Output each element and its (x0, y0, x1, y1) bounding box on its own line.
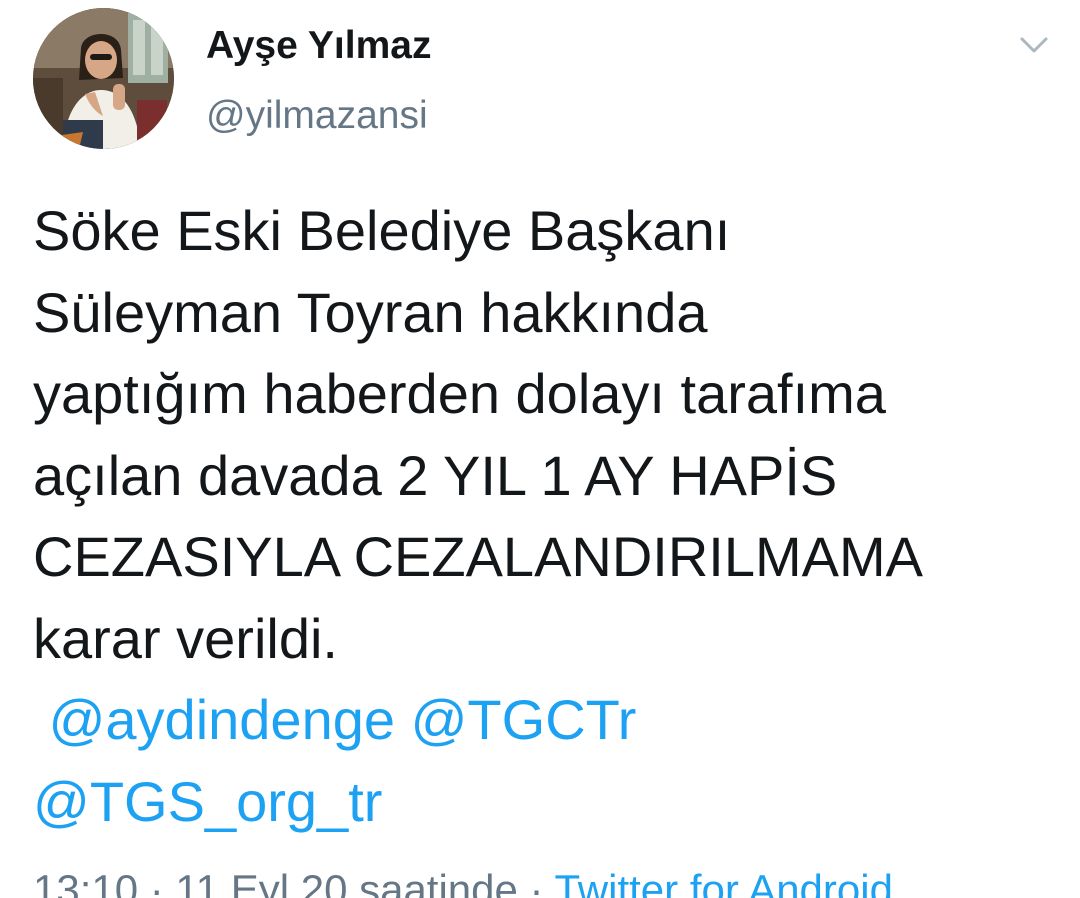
author-handle[interactable]: @yilmazansi (206, 94, 428, 138)
mention-link[interactable]: @aydindenge (49, 688, 395, 751)
mention-link[interactable]: @TGCTr (411, 688, 637, 751)
tweet-text-line: yaptığım haberden dolayı tarafıma (33, 362, 886, 425)
tweet-text-line: CEZASIYLA CEZALANDIRILMAMA (33, 525, 924, 588)
author-name[interactable]: Ayşe Yılmaz (206, 24, 431, 68)
tweet-text-line: Söke Eski Belediye Başkanı (33, 199, 731, 262)
tweet-text-line: Süleyman Toyran hakkında (33, 280, 708, 344)
tweet-text-line: açılan davada 2 YIL 1 AY HAPİS (33, 443, 838, 507)
tweet-meta: 13:10 · 11 Eyl 20 saatinde · Twitter for… (33, 866, 893, 898)
mentions-line: @aydindenge @TGCTr (33, 679, 1073, 761)
profile-photo-icon (33, 8, 174, 149)
tweet-text-line: karar verildi. (33, 606, 338, 670)
tweet-text: Söke Eski Belediye Başkanı Süleyman Toyr… (33, 190, 1073, 842)
tweet-card: Ayşe Yılmaz @yilmazansi Söke Eski Beledi… (0, 0, 1080, 898)
avatar[interactable] (33, 8, 174, 149)
tweet-menu-button[interactable] (1016, 30, 1052, 60)
mention-link[interactable]: @TGS_org_tr (33, 770, 382, 833)
tweet-source-link[interactable]: Twitter for Android (554, 866, 892, 898)
chevron-down-icon (1020, 37, 1048, 53)
tweet-timestamp[interactable]: 13:10 · 11 Eyl 20 saatinde · (33, 866, 544, 898)
mentions-line: @TGS_org_tr (33, 761, 1073, 843)
